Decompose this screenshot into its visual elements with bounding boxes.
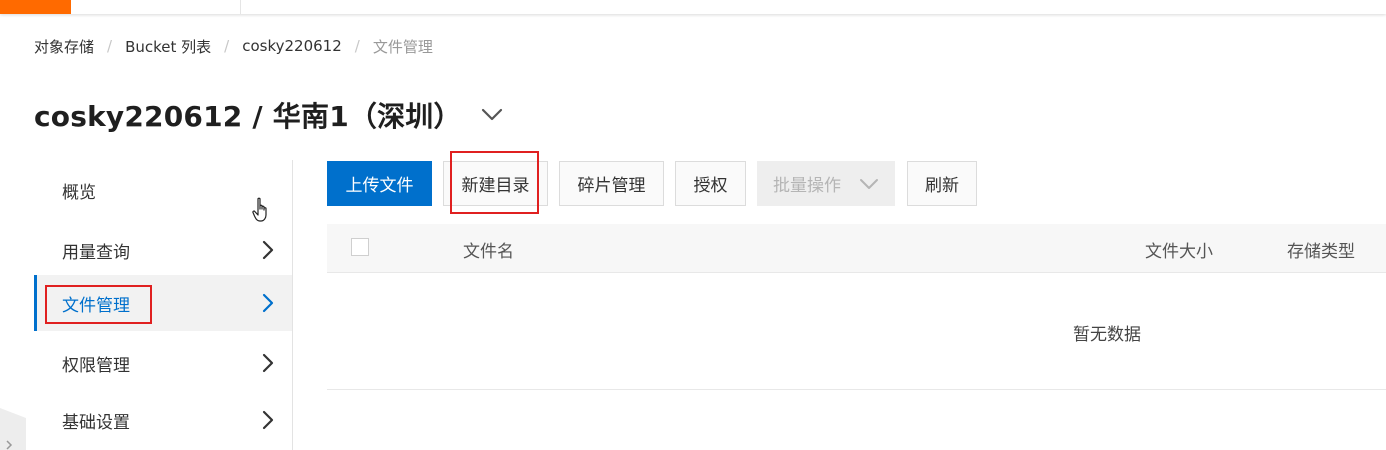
chevron-down-icon[interactable] — [480, 103, 504, 127]
table-header: 文件名 文件大小 存储类型 — [327, 224, 1386, 273]
authorize-button[interactable]: 授权 — [675, 161, 746, 206]
column-header-file-size: 文件大小 — [1145, 242, 1213, 262]
column-header-file-name: 文件名 — [463, 242, 514, 262]
breadcrumb-separator: / — [224, 37, 230, 55]
sidebar-item-label: 用量查询 — [62, 242, 130, 263]
title-row: cosky220612 / 华南1（深圳） — [34, 92, 504, 138]
breadcrumb-separator: / — [354, 37, 360, 55]
highlight-box-new-directory — [450, 151, 539, 214]
sidebar-item-permissions[interactable]: 权限管理 — [34, 335, 292, 391]
column-header-storage-type: 存储类型 — [1287, 242, 1355, 262]
empty-state-text: 暂无数据 — [1073, 325, 1141, 345]
sidebar-item-basic-settings[interactable]: 基础设置 — [34, 392, 292, 448]
collapse-handle[interactable] — [0, 408, 26, 450]
refresh-button[interactable]: 刷新 — [907, 161, 977, 206]
authorize-button-label: 授权 — [693, 176, 728, 196]
top-bar — [0, 0, 1386, 14]
breadcrumb-item-bucket-list[interactable]: Bucket 列表 — [125, 36, 211, 57]
upload-file-button[interactable]: 上传文件 — [327, 161, 432, 206]
fragment-management-button-label: 碎片管理 — [577, 176, 646, 196]
hand-cursor-icon — [252, 197, 272, 223]
sidebar-item-label: 基础设置 — [62, 412, 130, 433]
chevron-right-icon — [258, 352, 278, 374]
chevron-right-icon — [258, 292, 278, 314]
refresh-button-label: 刷新 — [925, 176, 959, 196]
select-all-checkbox[interactable] — [351, 238, 369, 256]
sidebar-item-label: 概览 — [62, 182, 96, 203]
highlight-box-file-management — [45, 285, 152, 324]
breadcrumb-item-current: 文件管理 — [372, 37, 433, 56]
top-bar-divider — [240, 0, 241, 14]
brand-logo[interactable] — [0, 0, 71, 14]
chevron-down-icon — [859, 177, 879, 191]
breadcrumb-separator: / — [107, 37, 113, 55]
chevron-right-icon — [258, 239, 278, 261]
sidebar-item-label: 权限管理 — [62, 355, 130, 376]
fragment-management-button[interactable]: 碎片管理 — [559, 161, 664, 206]
page-title: cosky220612 / 华南1（深圳） — [34, 100, 462, 133]
chevron-right-icon — [258, 409, 278, 431]
breadcrumb: 对象存储 / Bucket 列表 / cosky220612 / 文件管理 — [34, 35, 433, 57]
batch-operations-label: 批量操作 — [773, 176, 841, 196]
page: 对象存储 / Bucket 列表 / cosky220612 / 文件管理 co… — [0, 0, 1386, 450]
sidebar-item-usage[interactable]: 用量查询 — [34, 222, 292, 278]
batch-operations-dropdown[interactable]: 批量操作 — [757, 161, 895, 206]
table-empty-row: 暂无数据 — [327, 273, 1386, 390]
breadcrumb-item-bucket[interactable]: cosky220612 — [242, 37, 342, 55]
breadcrumb-item-oss[interactable]: 对象存储 — [34, 36, 94, 57]
upload-file-button-label: 上传文件 — [345, 176, 414, 196]
